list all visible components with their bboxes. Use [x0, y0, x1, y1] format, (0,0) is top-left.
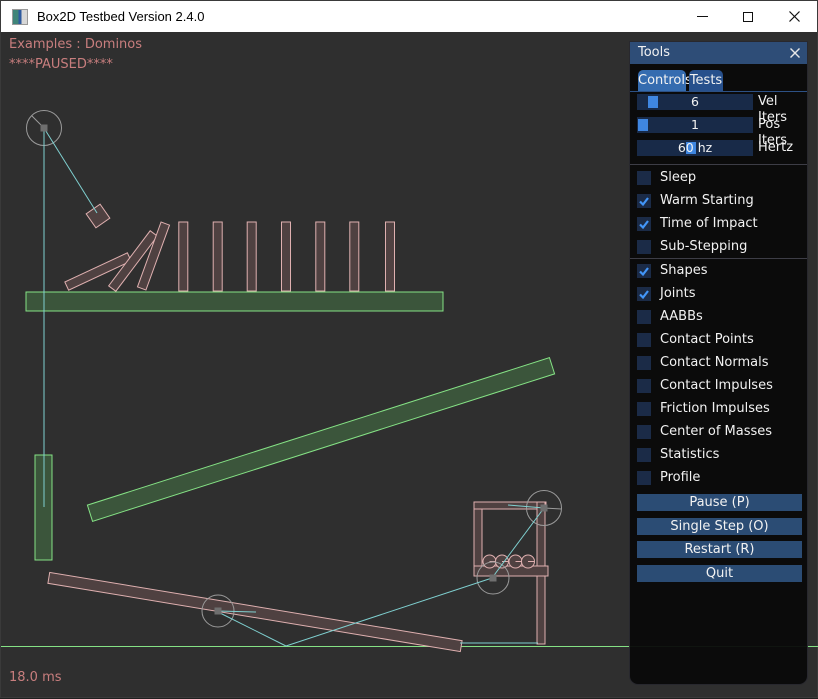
domino — [213, 222, 222, 291]
checkbox-icon[interactable] — [637, 356, 651, 370]
checkbox-label: Profile — [660, 470, 700, 485]
checkbox-label: Center of Masses — [660, 424, 772, 439]
checkbox-icon[interactable] — [637, 217, 651, 231]
domino — [350, 222, 359, 291]
app-window: Examples : Dominos ****PAUSED**** 18.0 m… — [0, 0, 818, 698]
checkbox-label: Time of Impact — [660, 216, 758, 231]
tools-panel-title[interactable]: Tools — [630, 42, 807, 64]
vel-iters-row: 6 Vel Iters — [630, 94, 807, 110]
single-step-button[interactable]: Single Step (O) — [637, 518, 802, 535]
domino — [179, 222, 188, 291]
example-label: Examples : Dominos — [9, 37, 142, 52]
checkbox-label: AABBs — [660, 309, 703, 324]
hertz-row: 60 hz Hertz — [630, 140, 807, 156]
checkbox-center-of-masses[interactable]: Center of Masses — [630, 420, 807, 443]
checkbox-icon[interactable] — [637, 310, 651, 324]
checkbox-sleep[interactable]: Sleep — [630, 166, 807, 189]
separator — [630, 164, 807, 165]
checkbox-contact-points[interactable]: Contact Points — [630, 328, 807, 351]
minimize-icon — [697, 16, 708, 17]
checkbox-joints[interactable]: Joints — [630, 282, 807, 305]
checkbox-label: Contact Normals — [660, 355, 769, 370]
paused-label: ****PAUSED**** — [9, 57, 113, 72]
checkbox-label: Joints — [660, 286, 696, 301]
checkbox-label: Shapes — [660, 263, 707, 278]
hertz-slider[interactable]: 60 hz — [637, 140, 753, 156]
pendulum-box — [86, 204, 110, 228]
checkbox-friction-impulses[interactable]: Friction Impulses — [630, 397, 807, 420]
tools-panel: Tools Controls Tests 6 Vel Iters 1 Pos I… — [629, 41, 808, 685]
checkbox-warm-starting[interactable]: Warm Starting — [630, 189, 807, 212]
cart-shelf — [474, 566, 548, 576]
checkbox-statistics[interactable]: Statistics — [630, 443, 807, 466]
hertz-value: 60 hz — [637, 140, 753, 156]
joint-anchors — [41, 125, 548, 615]
checkbox-label: Contact Points — [660, 332, 754, 347]
checkbox-icon[interactable] — [637, 264, 651, 278]
solver-checkboxes: Sleep Warm Starting Time of Impact Sub-S… — [630, 166, 807, 258]
checkbox-icon[interactable] — [637, 194, 651, 208]
titlebar: Box2D Testbed Version 2.4.0 — [1, 1, 817, 32]
checkbox-label: Sleep — [660, 170, 696, 185]
checkbox-icon[interactable] — [637, 402, 651, 416]
tilted-plank — [87, 358, 554, 522]
hertz-label: Hertz — [758, 140, 793, 156]
checkbox-icon[interactable] — [637, 287, 651, 301]
checkbox-contact-impulses[interactable]: Contact Impulses — [630, 374, 807, 397]
quit-button[interactable]: Quit — [637, 565, 802, 582]
close-icon[interactable] — [789, 47, 801, 59]
checkbox-icon[interactable] — [637, 379, 651, 393]
window-title: Box2D Testbed Version 2.4.0 — [37, 9, 204, 24]
maximize-icon — [743, 12, 753, 22]
checkbox-icon[interactable] — [637, 171, 651, 185]
checkbox-icon[interactable] — [637, 240, 651, 254]
checkbox-label: Warm Starting — [660, 193, 754, 208]
pos-iters-row: 1 Pos Iters — [630, 117, 807, 133]
checkbox-icon[interactable] — [637, 448, 651, 462]
checkbox-time-of-impact[interactable]: Time of Impact — [630, 212, 807, 235]
domino-platform — [26, 292, 443, 311]
checkbox-label: Sub-Stepping — [660, 239, 747, 254]
tabbar-underline — [630, 91, 807, 92]
checkbox-label: Contact Impulses — [660, 378, 773, 393]
checkbox-aabbs[interactable]: AABBs — [630, 305, 807, 328]
close-icon — [789, 11, 800, 22]
checkbox-contact-normals[interactable]: Contact Normals — [630, 351, 807, 374]
checkbox-icon[interactable] — [637, 471, 651, 485]
pos-iters-slider[interactable]: 1 — [637, 117, 753, 133]
app-icon — [12, 9, 28, 25]
maximize-button[interactable] — [725, 1, 771, 32]
frame-time-label: 18.0 ms — [9, 670, 62, 685]
checkbox-shapes[interactable]: Shapes — [630, 259, 807, 282]
restart-button[interactable]: Restart (R) — [637, 541, 802, 558]
domino — [282, 222, 291, 291]
minimize-button[interactable] — [679, 1, 725, 32]
pause-button[interactable]: Pause (P) — [637, 494, 802, 511]
action-buttons: Pause (P) Single Step (O) Restart (R) Qu… — [637, 494, 802, 588]
draw-checkboxes: Shapes Joints AABBs Contact Points Conta… — [630, 259, 807, 489]
close-button[interactable] — [771, 1, 817, 32]
domino — [386, 222, 395, 291]
checkbox-label: Statistics — [660, 447, 719, 462]
domino — [247, 222, 256, 291]
tab-controls[interactable]: Controls — [638, 70, 686, 91]
vel-iters-value: 6 — [637, 94, 753, 110]
pos-iters-value: 1 — [637, 117, 753, 133]
tab-tests[interactable]: Tests — [689, 70, 723, 91]
domino — [316, 222, 325, 291]
checkbox-sub-stepping[interactable]: Sub-Stepping — [630, 235, 807, 258]
cart-left-post — [474, 509, 482, 566]
checkbox-profile[interactable]: Profile — [630, 466, 807, 489]
checkbox-icon[interactable] — [637, 425, 651, 439]
checkbox-icon[interactable] — [637, 333, 651, 347]
vel-iters-slider[interactable]: 6 — [637, 94, 753, 110]
checkbox-label: Friction Impulses — [660, 401, 770, 416]
